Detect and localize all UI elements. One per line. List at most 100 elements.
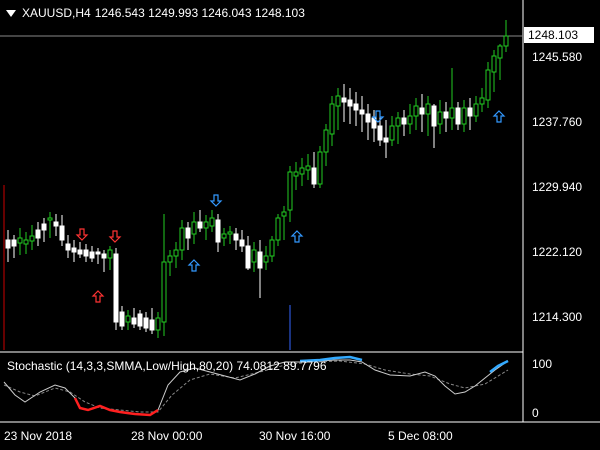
sell-arrow-icon [209,194,223,207]
candle-body [461,107,467,125]
candle-body [137,313,143,327]
candle-body [317,151,323,185]
candle-body [407,115,413,125]
candle-body [455,107,461,125]
symbol-timeframe: XAUUSD,H4 [22,6,91,20]
candle-body [419,107,425,115]
stochastic-oversold-segment [73,397,159,417]
candle-body [281,211,287,217]
candle-body [11,239,17,247]
price-tick: 1214.300 [532,310,583,324]
candle-body [149,319,155,331]
candle-body [503,35,509,47]
candle-body [221,233,227,239]
candle-body [323,129,329,153]
candle-body [53,221,59,227]
time-tick: 23 Nov 2018 [4,429,73,443]
candle-body [239,239,245,247]
candle-body [83,249,89,257]
candle-body [107,249,113,259]
time-tick: 30 Nov 16:00 [259,429,331,443]
candle-body [227,231,233,235]
candle-body [365,113,371,123]
candle-body [131,317,137,325]
candle-body [263,255,269,263]
buy-arrow-icon [290,230,304,243]
candle-body [383,137,389,143]
candle-body [29,235,35,242]
sell-arrow-icon [108,230,122,243]
candle-body [467,107,473,117]
candle-body [329,103,335,135]
ohlc-values: 1246.543 1249.993 1246.043 1248.103 [94,6,305,20]
candle-body [377,125,383,141]
candle-body [341,97,347,103]
candle-body [359,109,365,115]
sell-arrow-icon [75,228,89,241]
time-tick: 5 Dec 08:00 [388,429,453,443]
candle-body [251,249,257,263]
stochastic-overbought-segment [489,359,509,373]
candle-body [485,69,491,101]
candle-body [119,311,125,327]
candle-body [437,111,443,125]
buy-arrow-icon [187,259,201,272]
indicator-title: Stochastic (14,3,3,SMMA,Low/High,80,20) … [7,359,327,373]
candle-body [431,105,437,127]
buy-arrow-icon [492,110,506,123]
candles-group [5,20,509,338]
chart-menu-triangle-icon[interactable] [6,9,16,17]
candle-body [143,317,149,329]
current-price-label: 1248.103 [524,27,594,43]
candle-body [167,255,173,263]
candle-body [293,171,299,177]
candle-body [353,103,359,111]
candle-body [185,227,191,239]
time-tick: 28 Nov 00:00 [131,429,203,443]
candle-body [395,117,401,127]
candle-body [311,167,317,185]
price-tick: 1229.940 [532,180,583,194]
candle-body [203,221,209,229]
candle-body [179,227,185,251]
candle-body [155,317,161,331]
candle-body [71,247,77,253]
candle-body [257,251,263,269]
price-tick: 1222.120 [532,245,583,259]
candle-body [443,111,449,119]
candle-body [245,245,251,269]
candle-body [389,125,395,141]
candle-body [479,97,485,105]
candle-body [23,239,29,245]
candle-body [197,221,203,229]
candle-body [161,261,167,323]
candle-body [65,243,71,251]
candle-body [425,103,431,115]
candle-body [47,217,53,221]
candle-body [473,103,479,117]
candle-body [347,99,353,107]
candle-body [413,105,419,117]
indicator-tick-100: 100 [532,357,553,371]
candle-body [5,239,11,249]
candle-body [449,107,455,119]
candle-body [299,167,305,175]
candle-body [41,223,47,231]
chart-header: XAUUSD,H4 1246.543 1249.993 1246.043 124… [6,6,305,20]
candle-body [59,225,65,241]
candle-body [497,45,503,59]
candle-body [101,253,107,259]
candle-body [125,315,131,323]
candle-body [209,217,215,227]
candle-body [491,55,497,73]
candle-body [77,249,83,255]
candle-body [287,171,293,211]
candle-body [269,239,275,257]
candle-body [35,229,41,239]
candle-body [113,253,119,323]
candle-body [275,217,281,241]
candle-body [401,117,407,125]
indicator-tick-0: 0 [532,406,539,420]
price-chart[interactable] [0,0,600,450]
candle-body [173,249,179,257]
